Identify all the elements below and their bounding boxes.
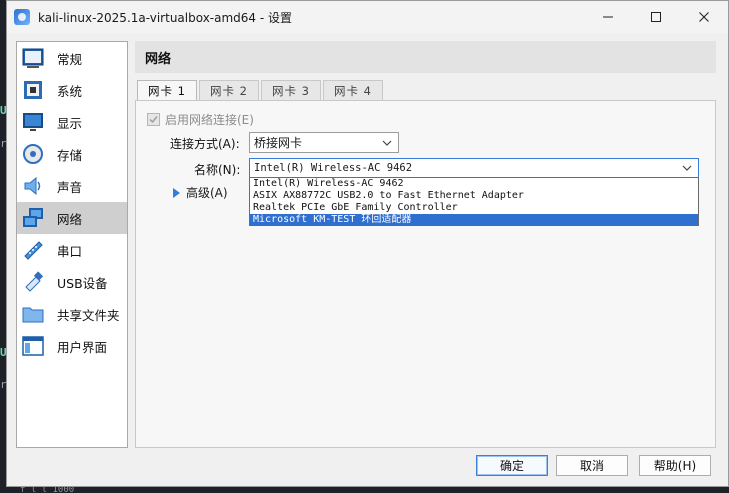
maximize-icon (651, 12, 661, 22)
tab-adapter-3[interactable]: 网卡 3 (260, 80, 321, 100)
name-label-row: 名称(N): (194, 161, 240, 178)
dropdown-option[interactable]: Realtek PCIe GbE Family Controller (250, 202, 698, 214)
dropdown-option[interactable]: ASIX AX88772C USB2.0 to Fast Ethernet Ad… (250, 190, 698, 202)
sidebar-item-user-interface[interactable]: 用户界面 (17, 330, 127, 362)
sidebar-item-label: USB设备 (57, 275, 108, 291)
attached-to-label-row: 连接方式(A): (170, 135, 240, 152)
speaker-icon (21, 174, 45, 198)
enable-adapter-label: 启用网络连接(E) (165, 113, 254, 127)
adapter-name-dropdown-list: Intel(R) Wireless-AC 9462 ASIX AX88772C … (249, 177, 699, 226)
settings-sidebar: 常规 系统 显示 存储 声音 网络 串口 USB设备 共享文件夹 用户界面 (16, 41, 128, 448)
ok-button[interactable]: 确定 (476, 455, 548, 476)
close-button[interactable] (680, 1, 728, 33)
page-title: 网络 (135, 41, 716, 73)
sidebar-item-network[interactable]: 网络 (17, 202, 127, 234)
display-monitor-icon (21, 110, 45, 134)
dropdown-option[interactable]: Intel(R) Wireless-AC 9462 (250, 178, 698, 190)
sidebar-item-audio[interactable]: 声音 (17, 170, 127, 202)
storage-disk-icon (21, 142, 45, 166)
sidebar-item-label: 串口 (57, 243, 83, 259)
enable-adapter-row: 启用网络连接(E) (147, 111, 254, 128)
close-icon (699, 12, 709, 22)
attached-to-value: 桥接网卡 (254, 136, 303, 150)
sidebar-item-label: 常规 (57, 51, 83, 67)
help-button[interactable]: 帮助(H) (639, 455, 711, 476)
dropdown-option-selected[interactable]: Microsoft KM-TEST 环回适配器 (250, 214, 698, 226)
attached-to-label: 连接方式(A): (170, 137, 240, 151)
adapter-name-select[interactable]: Intel(R) Wireless-AC 9462 (249, 158, 699, 178)
sidebar-item-usb[interactable]: USB设备 (17, 266, 127, 298)
minimize-button[interactable] (584, 1, 632, 33)
sidebar-item-label: 共享文件夹 (57, 307, 120, 323)
chevron-down-icon (382, 140, 392, 146)
checkmark-icon (149, 116, 158, 124)
minimize-icon (603, 16, 613, 18)
sidebar-item-display[interactable]: 显示 (17, 106, 127, 138)
sidebar-item-general[interactable]: 常规 (17, 42, 127, 74)
adapter-tab-panel (135, 100, 716, 448)
cancel-button[interactable]: 取消 (556, 455, 628, 476)
tab-adapter-1[interactable]: 网卡 1 (137, 80, 197, 101)
attached-to-select[interactable]: 桥接网卡 (249, 132, 399, 153)
sidebar-item-label: 网络 (57, 211, 83, 227)
virtualbox-app-icon (14, 9, 30, 25)
system-chip-icon (21, 78, 45, 102)
sidebar-item-label: 存储 (57, 147, 83, 163)
shared-folder-icon (21, 302, 45, 326)
title-bar[interactable]: kali-linux-2025.1a-virtualbox-amd64 - 设置 (7, 1, 728, 33)
user-interface-icon (21, 334, 45, 358)
sidebar-item-label: 声音 (57, 179, 83, 195)
sidebar-item-system[interactable]: 系统 (17, 74, 127, 106)
sidebar-item-storage[interactable]: 存储 (17, 138, 127, 170)
tab-adapter-2[interactable]: 网卡 2 (198, 80, 259, 100)
adapter-name-label: 名称(N): (194, 163, 241, 177)
sidebar-item-label: 显示 (57, 115, 83, 131)
sidebar-item-serial-ports[interactable]: 串口 (17, 234, 127, 266)
settings-dialog: kali-linux-2025.1a-virtualbox-amd64 - 设置… (6, 0, 729, 487)
sidebar-item-label: 用户界面 (57, 339, 108, 355)
maximize-button[interactable] (632, 1, 680, 33)
enable-adapter-checkbox[interactable] (147, 113, 160, 126)
sidebar-item-shared-folders[interactable]: 共享文件夹 (17, 298, 127, 330)
tab-adapter-4[interactable]: 网卡 4 (322, 80, 383, 100)
general-icon (21, 46, 45, 70)
network-icon (21, 206, 45, 230)
serial-port-icon (21, 238, 45, 262)
window-title: kali-linux-2025.1a-virtualbox-amd64 - 设置 (38, 10, 293, 25)
sidebar-item-label: 系统 (57, 83, 83, 99)
expand-arrow-icon (173, 187, 180, 198)
usb-icon (21, 270, 45, 294)
adapter-name-value: Intel(R) Wireless-AC 9462 (254, 162, 413, 174)
background-terminal-text: f l l 1000 (0, 487, 729, 493)
advanced-label: 高级(A) (186, 186, 228, 200)
adapter-tabs: 网卡 1 网卡 2 网卡 3 网卡 4 (137, 80, 385, 101)
chevron-down-icon (682, 165, 692, 171)
advanced-toggle[interactable]: 高级(A) (173, 184, 228, 201)
